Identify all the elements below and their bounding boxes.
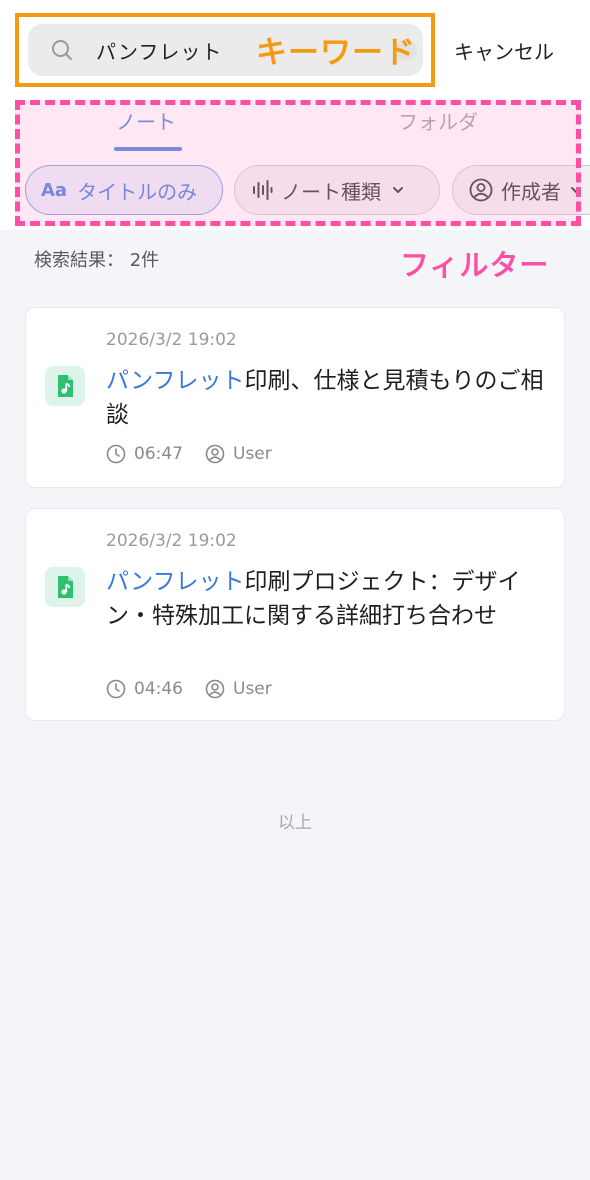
filter-author-label: 作成者 [501, 179, 561, 204]
note-title: パンフレット印刷プロジェクト：デザイン・特殊加工に関する詳細打ち合わせ [106, 565, 551, 633]
chevron-down-icon [391, 183, 405, 197]
filter-note-type-label: ノート種類 [281, 179, 381, 204]
search-icon [52, 40, 72, 60]
result-card[interactable]: 2026/3/2 19:02 パンフレット印刷、仕様と見積もりのご相談 06:4… [25, 307, 565, 488]
audio-file-icon [45, 366, 85, 406]
filter-title-only[interactable]: Aa タイトルのみ [25, 165, 223, 215]
filter-note-type[interactable]: ノート種類 [234, 165, 440, 215]
tab-notes[interactable]: ノート [116, 106, 176, 135]
keyword-highlight: パンフレット [106, 569, 245, 595]
tab-folders[interactable]: フォルダ [398, 106, 478, 135]
note-meta: 04:46 User [106, 679, 272, 699]
waveform-icon [251, 179, 273, 201]
filter-author[interactable]: 作成者 [452, 165, 590, 215]
note-duration: 04:46 [134, 679, 183, 699]
filter-annotation: フィルター [400, 248, 550, 282]
person-circle-icon [469, 178, 493, 202]
chevron-down-icon [569, 183, 583, 197]
audio-file-icon [45, 567, 85, 607]
keyword-annotation: キーワード [256, 35, 416, 71]
clock-icon [106, 679, 126, 699]
note-date: 2026/3/2 19:02 [106, 330, 237, 350]
end-of-results: 以上 [278, 813, 312, 833]
result-count: 検索結果： 2件 [34, 250, 160, 271]
note-meta: 06:47 User [106, 444, 272, 464]
note-user: User [233, 444, 272, 464]
person-circle-icon [205, 444, 225, 464]
text-size-icon: Aa [41, 179, 68, 201]
note-duration: 06:47 [134, 444, 183, 464]
note-user: User [233, 679, 272, 699]
result-card[interactable]: 2026/3/2 19:02 パンフレット印刷プロジェクト：デザイン・特殊加工に… [25, 508, 565, 721]
note-date: 2026/3/2 19:02 [106, 531, 237, 551]
filter-title-only-label: タイトルのみ [77, 179, 198, 204]
note-title: パンフレット印刷、仕様と見積もりのご相談 [106, 364, 551, 432]
search-query: パンフレット [96, 40, 223, 64]
cancel-button[interactable]: キャンセル [454, 36, 554, 65]
person-circle-icon [205, 679, 225, 699]
active-tab-indicator [114, 147, 182, 151]
clock-icon [106, 444, 126, 464]
keyword-highlight: パンフレット [106, 368, 245, 394]
